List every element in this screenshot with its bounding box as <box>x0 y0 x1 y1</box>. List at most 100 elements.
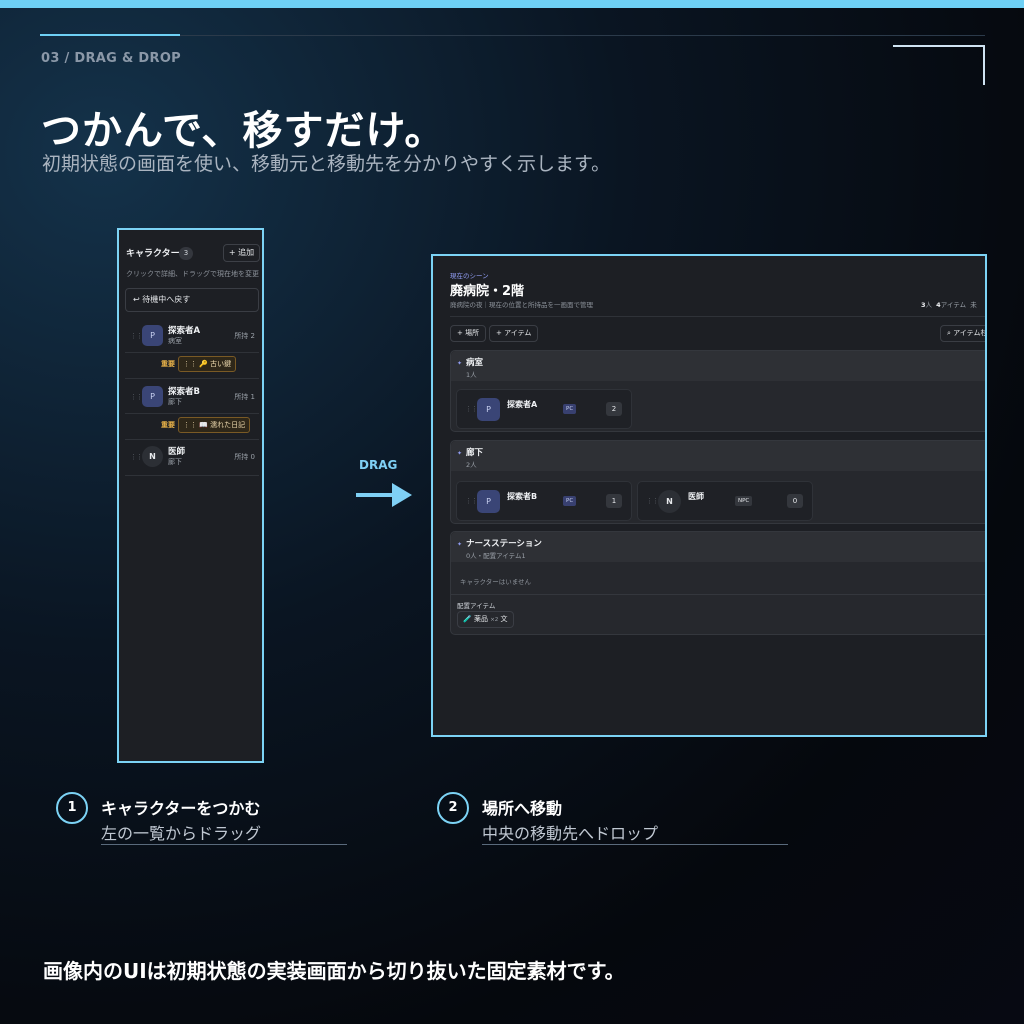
step-underline <box>482 844 788 845</box>
avatar: P <box>142 386 163 407</box>
held-count: 所持 2 <box>234 332 255 340</box>
item-count-badge: 0 <box>787 494 803 508</box>
location-marker-icon: ✦ <box>457 360 463 367</box>
step-title: 場所へ移動 <box>482 799 563 818</box>
stats-extra: 未 <box>970 301 977 309</box>
add-item-button[interactable]: + アイテム <box>489 325 539 342</box>
location-card[interactable]: ✦ 廊下 2人 ⋮⋮ P 探索者B PC 1 ⋮⋮ N 医師 NPC 0 <box>450 440 985 524</box>
location-name: ナースステーション <box>466 539 542 549</box>
location-summary: 1人 <box>466 371 477 379</box>
character-card[interactable]: ⋮⋮ N 医師 NPC 0 <box>637 481 813 521</box>
item-chip[interactable]: ⋮⋮ 🔑 古い鍵 <box>178 356 237 372</box>
avatar: P <box>142 325 163 346</box>
divider <box>451 594 985 595</box>
people-unit: 人 <box>925 301 933 309</box>
character-name: 医師 <box>168 447 186 457</box>
location-summary: 0人・配置アイテム1 <box>466 552 526 560</box>
npc-badge: NPC <box>735 496 753 506</box>
location-header: ✦ 病室 1人 <box>451 351 985 381</box>
character-list-panel: キャラクター 3 + 追加 クリックで詳細、ドラッグで現在地を変更 ↩ 待機中へ… <box>117 228 264 763</box>
important-tag: 重要 <box>161 421 175 429</box>
location-name: 病室 <box>466 358 484 368</box>
subheadline: 初期状態の画面を使い、移動元と移動先を分かりやすく示します。 <box>42 153 611 175</box>
placed-item-name: 🧪 薬品 <box>463 615 488 623</box>
drag-handle-icon[interactable]: ⋮⋮ <box>646 497 659 505</box>
add-character-button[interactable]: + 追加 <box>223 244 260 262</box>
character-card[interactable]: ⋮⋮ P 探索者B PC 1 <box>456 481 632 521</box>
placed-item-extra: 文 <box>500 615 508 623</box>
footer-note: 画像内のUIは初期状態の実装画面から切り抜いた固定素材です。 <box>43 959 625 983</box>
top-accent-bar <box>0 0 1024 8</box>
placed-items-label: 配置アイテム <box>457 602 496 610</box>
drag-handle-icon[interactable]: ⋮⋮ <box>465 497 478 505</box>
divider <box>125 378 259 379</box>
drag-handle-icon[interactable]: ⋮⋮ <box>130 393 143 401</box>
character-name: 探索者B <box>507 492 538 501</box>
divider <box>125 352 259 353</box>
character-row[interactable]: ⋮⋮ P 探索者B 廊下 所持 1 <box>125 384 259 414</box>
location-header: ✦ 廊下 2人 <box>451 441 985 471</box>
empty-location-note: キャラクターはいません <box>460 578 532 586</box>
character-location: 病室 <box>168 337 182 345</box>
item-unit: アイテム <box>940 301 967 309</box>
scene-description: 廃病院の夜｜現在の位置と所持品を一画面で管理 <box>450 301 593 309</box>
divider <box>450 316 985 317</box>
drag-arrow-icon <box>356 483 412 507</box>
add-place-button[interactable]: + 場所 <box>450 325 487 342</box>
avatar: P <box>477 398 500 421</box>
scene-panel: 現在のシーン 廃病院・2階 廃病院の夜｜現在の位置と所持品を一画面で管理 3人 … <box>431 254 987 737</box>
divider <box>125 413 259 414</box>
held-count: 所持 0 <box>234 453 255 461</box>
scene-title: 廃病院・2階 <box>450 284 525 299</box>
return-to-standby-button[interactable]: ↩ 待機中へ戻す <box>125 288 259 312</box>
step-title: キャラクターをつかむ <box>101 799 261 818</box>
pc-badge: PC <box>563 404 577 414</box>
character-row[interactable]: ⋮⋮ N 医師 廊下 所持 0 <box>125 444 259 474</box>
held-count: 所持 1 <box>234 393 255 401</box>
corner-decoration <box>893 45 985 85</box>
character-name: 探索者A <box>168 326 201 336</box>
character-name: 探索者B <box>168 387 200 397</box>
location-card[interactable]: ✦ ナースステーション 0人・配置アイテム1 キャラクターはいません 配置アイテ… <box>450 531 985 635</box>
drag-handle-icon[interactable]: ⋮⋮ <box>465 405 478 413</box>
drag-label: DRAG <box>359 458 398 472</box>
location-marker-icon: ✦ <box>457 450 463 457</box>
item-chip[interactable]: ⋮⋮ 📖 濡れた日記 <box>178 417 251 433</box>
character-row[interactable]: ⋮⋮ P 探索者A 病室 所持 2 <box>125 323 259 353</box>
step-underline <box>101 844 347 845</box>
character-location: 廊下 <box>168 458 182 466</box>
character-list-hint: クリックで詳細、ドラッグで現在地を変更 <box>126 270 259 278</box>
character-location: 廊下 <box>168 398 182 406</box>
location-marker-icon: ✦ <box>457 541 463 548</box>
step-description: 左の一覧からドラッグ <box>101 824 262 843</box>
divider <box>125 475 259 476</box>
item-count-badge: 2 <box>606 402 622 416</box>
step-number: 1 <box>56 792 88 824</box>
location-summary: 2人 <box>466 461 477 469</box>
section-label: 03 / DRAG & DROP <box>41 51 181 66</box>
headline: つかんで、移すだけ。 <box>41 108 446 154</box>
avatar: N <box>142 446 163 467</box>
drag-handle-icon[interactable]: ⋮⋮ <box>130 332 143 340</box>
character-name: 医師 <box>688 492 704 501</box>
placed-item-chip[interactable]: 🧪 薬品 ×2 文 <box>457 611 514 628</box>
step-number: 2 <box>437 792 469 824</box>
avatar: P <box>477 490 500 513</box>
header-rule <box>40 35 985 36</box>
item-count-badge: 1 <box>606 494 622 508</box>
location-card[interactable]: ✦ 病室 1人 ⋮⋮ P 探索者A PC 2 <box>450 350 985 432</box>
item-search-button[interactable]: ⌕ アイテム杉 <box>940 325 985 342</box>
character-count-badge: 3 <box>179 247 193 260</box>
divider <box>125 439 259 440</box>
character-card[interactable]: ⋮⋮ P 探索者A PC 2 <box>456 389 632 429</box>
character-list-header: キャラクター <box>126 249 180 259</box>
character-name: 探索者A <box>507 400 538 409</box>
scene-stats: 3人 4アイテム 未 <box>921 299 977 309</box>
drag-handle-icon[interactable]: ⋮⋮ <box>130 453 143 461</box>
step-description: 中央の移動先へドロップ <box>482 824 659 843</box>
header-rule-accent <box>40 34 180 36</box>
location-header: ✦ ナースステーション 0人・配置アイテム1 <box>451 532 985 562</box>
placed-item-qty: ×2 <box>490 617 499 623</box>
location-name: 廊下 <box>466 448 484 458</box>
important-tag: 重要 <box>161 360 175 368</box>
